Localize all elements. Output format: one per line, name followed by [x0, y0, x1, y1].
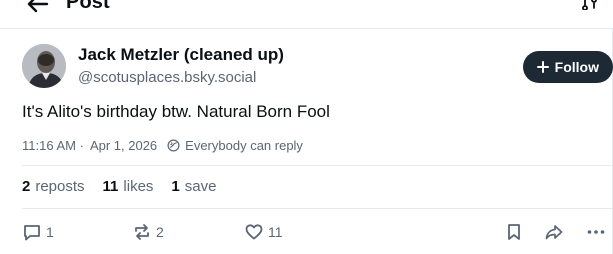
- heart-icon: [245, 224, 263, 240]
- author-handle[interactable]: @scotusplaces.bsky.social: [78, 69, 256, 86]
- top-bar: Post: [0, 0, 613, 29]
- saves-stat[interactable]: 1 save: [171, 178, 216, 195]
- repost-button[interactable]: 2: [132, 220, 164, 244]
- post-meta: 11:16 AM · Apr 1, 2026 Everybody can rep…: [22, 138, 303, 153]
- follow-button[interactable]: Follow: [522, 51, 613, 83]
- reply-setting[interactable]: Everybody can reply: [167, 138, 303, 153]
- likes-stat[interactable]: 11 likes: [103, 178, 154, 195]
- reply-icon: [24, 225, 40, 241]
- post-stats: 2 reposts 11 likes 1 save: [22, 178, 216, 195]
- repost-icon: [135, 224, 149, 240]
- arrow-left-icon[interactable]: [25, 0, 51, 16]
- reply-setting-label: Everybody can reply: [185, 138, 303, 153]
- like-count: 11: [268, 224, 283, 240]
- divider: [22, 165, 612, 166]
- post-text: It's Alito's birthday btw. Natural Born …: [22, 102, 330, 121]
- post-date[interactable]: Apr 1, 2026: [90, 138, 157, 153]
- save-button[interactable]: [504, 220, 524, 244]
- follow-label: Follow: [554, 59, 599, 75]
- globe-icon: [167, 139, 180, 152]
- post-thread-view: Post Jack Metzler (cleaned up) @scotuspl…: [0, 0, 613, 254]
- bookmark-icon: [508, 224, 520, 240]
- meta-separator: ·: [79, 138, 84, 153]
- share-button[interactable]: [544, 220, 564, 244]
- post-actions: 1 2 11: [0, 220, 613, 248]
- portrait-icon: [22, 44, 66, 88]
- author-display-name[interactable]: Jack Metzler (cleaned up): [78, 45, 284, 65]
- repost-count: 2: [156, 224, 164, 240]
- reply-button[interactable]: 1: [22, 220, 54, 244]
- share-arrow-icon: [545, 225, 563, 240]
- post-card: Jack Metzler (cleaned up) @scotusplaces.…: [0, 28, 613, 254]
- sliders-icon[interactable]: [581, 0, 599, 10]
- post-time[interactable]: 11:16 AM: [22, 138, 76, 153]
- page-title: Post: [66, 0, 110, 13]
- plus-icon: [536, 61, 549, 73]
- reply-count: 1: [46, 224, 54, 240]
- avatar[interactable]: [22, 44, 66, 88]
- more-options-button[interactable]: [586, 220, 606, 244]
- reposts-stat[interactable]: 2 reposts: [22, 178, 85, 195]
- like-button[interactable]: 11: [244, 220, 283, 244]
- ellipsis-icon: [587, 230, 605, 234]
- divider: [22, 208, 612, 209]
